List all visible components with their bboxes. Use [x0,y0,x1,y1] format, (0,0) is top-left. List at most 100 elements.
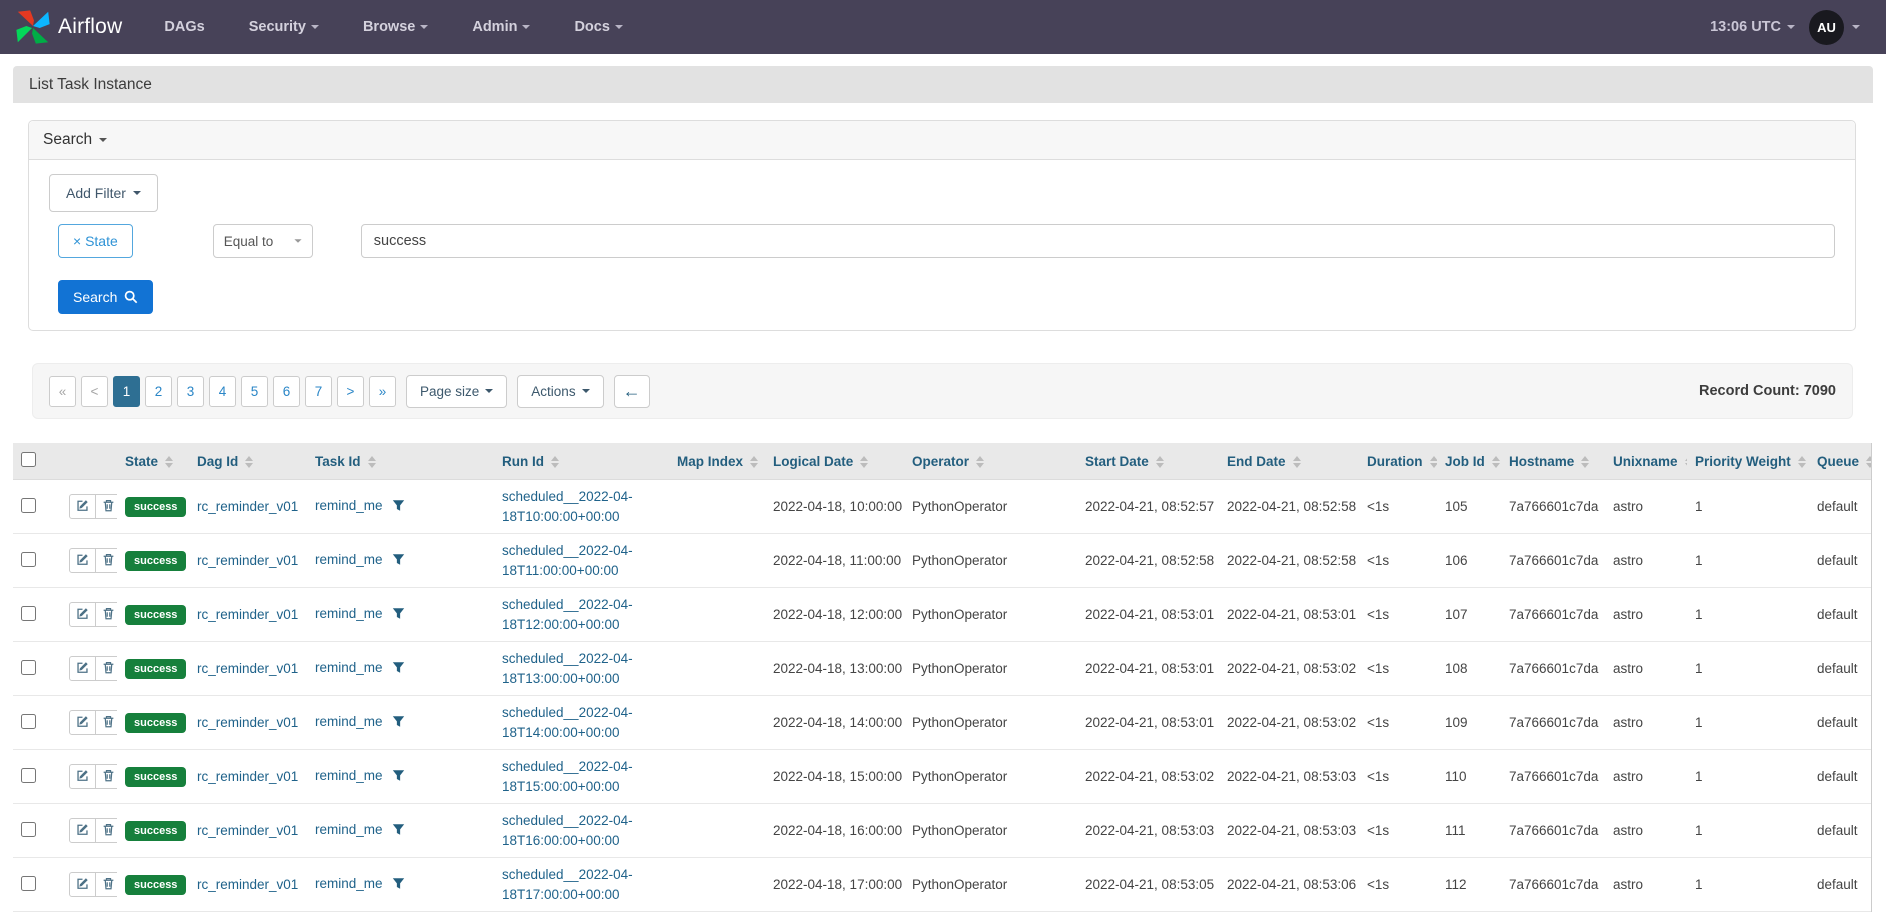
row-checkbox[interactable] [21,822,36,837]
sort-icon[interactable] [368,456,376,468]
run-id-link[interactable]: scheduled__2022-04-18T15:00:00+00:00 [502,757,654,796]
sort-icon[interactable] [245,456,253,468]
run-id-link[interactable]: scheduled__2022-04-18T17:00:00+00:00 [502,865,654,904]
page-6[interactable]: 6 [273,376,300,407]
condition-select[interactable]: Equal to [213,224,313,258]
filter-funnel-icon[interactable] [392,769,405,785]
edit-record-button[interactable] [69,548,96,573]
page-first[interactable]: « [49,376,76,407]
sort-icon[interactable] [976,456,984,468]
page-size-button[interactable]: Page size [406,375,507,408]
edit-record-button[interactable] [69,710,96,735]
edit-record-button[interactable] [69,602,96,627]
sort-icon[interactable] [1685,456,1687,468]
sort-icon[interactable] [1492,456,1500,468]
nav-item-docs[interactable]: Docs [574,19,622,35]
delete-record-button[interactable] [95,656,117,681]
page-next[interactable]: > [337,376,364,407]
page-7[interactable]: 7 [305,376,332,407]
page-5[interactable]: 5 [241,376,268,407]
delete-record-button[interactable] [95,548,117,573]
dag-id-link[interactable]: rc_reminder_v01 [197,499,298,514]
back-arrow-button[interactable]: ← [614,375,650,408]
col-header-dag-id[interactable]: Dag Id [189,443,307,480]
col-header-duration[interactable]: Duration [1359,443,1437,480]
task-id-link[interactable]: remind_me [315,552,383,567]
delete-record-button[interactable] [95,710,117,735]
edit-record-button[interactable] [69,656,96,681]
task-id-link[interactable]: remind_me [315,822,383,837]
dag-id-link[interactable]: rc_reminder_v01 [197,823,298,838]
actions-button[interactable]: Actions [517,375,603,408]
nav-item-admin[interactable]: Admin [472,19,530,35]
nav-item-dags[interactable]: DAGs [164,19,204,35]
add-filter-button[interactable]: Add Filter [49,174,158,212]
task-id-link[interactable]: remind_me [315,768,383,783]
col-header-operator[interactable]: Operator [904,443,1077,480]
col-header-start-date[interactable]: Start Date [1077,443,1219,480]
dag-id-link[interactable]: rc_reminder_v01 [197,607,298,622]
page-3[interactable]: 3 [177,376,204,407]
sort-icon[interactable] [551,456,559,468]
col-header-queue[interactable]: Queue [1809,443,1872,480]
edit-record-button[interactable] [69,818,96,843]
dag-id-link[interactable]: rc_reminder_v01 [197,553,298,568]
col-header-state[interactable]: State [117,443,189,480]
filter-funnel-icon[interactable] [392,607,405,623]
row-checkbox[interactable] [21,660,36,675]
col-header-unixname[interactable]: Unixname [1605,443,1687,480]
task-id-link[interactable]: remind_me [315,606,383,621]
page-4[interactable]: 4 [209,376,236,407]
row-checkbox[interactable] [21,768,36,783]
sort-icon[interactable] [1866,456,1872,468]
page-last[interactable]: » [369,376,396,407]
edit-record-button[interactable] [69,494,96,519]
edit-record-button[interactable] [69,764,96,789]
filter-value-input[interactable] [361,224,1835,258]
select-all-checkbox[interactable] [21,452,36,467]
col-header-priority-weight[interactable]: Priority Weight [1687,443,1809,480]
task-id-link[interactable]: remind_me [315,876,383,891]
row-checkbox[interactable] [21,552,36,567]
sort-icon[interactable] [165,456,173,468]
sort-icon[interactable] [1798,456,1806,468]
clock-dropdown[interactable]: 13:06 UTC [1710,19,1795,35]
edit-record-button[interactable] [69,872,96,897]
task-id-link[interactable]: remind_me [315,660,383,675]
run-id-link[interactable]: scheduled__2022-04-18T16:00:00+00:00 [502,811,654,850]
run-id-link[interactable]: scheduled__2022-04-18T11:00:00+00:00 [502,541,654,580]
row-checkbox[interactable] [21,498,36,513]
run-id-link[interactable]: scheduled__2022-04-18T10:00:00+00:00 [502,487,654,526]
col-header-hostname[interactable]: Hostname [1501,443,1605,480]
dag-id-link[interactable]: rc_reminder_v01 [197,661,298,676]
sort-icon[interactable] [1430,456,1438,468]
filter-funnel-icon[interactable] [392,715,405,731]
run-id-link[interactable]: scheduled__2022-04-18T12:00:00+00:00 [502,595,654,634]
dag-id-link[interactable]: rc_reminder_v01 [197,715,298,730]
run-id-link[interactable]: scheduled__2022-04-18T13:00:00+00:00 [502,649,654,688]
run-id-link[interactable]: scheduled__2022-04-18T14:00:00+00:00 [502,703,654,742]
airflow-brand[interactable]: Airflow [14,8,122,46]
task-id-link[interactable]: remind_me [315,498,383,513]
sort-icon[interactable] [1581,456,1589,468]
filter-funnel-icon[interactable] [392,823,405,839]
row-checkbox[interactable] [21,606,36,621]
sort-icon[interactable] [860,456,868,468]
user-menu[interactable]: AU [1809,10,1860,45]
col-header-map-index[interactable]: Map Index [669,443,765,480]
row-checkbox[interactable] [21,714,36,729]
delete-record-button[interactable] [95,818,117,843]
page-prev[interactable]: < [81,376,108,407]
search-panel-toggle[interactable]: Search [29,121,1855,160]
col-header-task-id[interactable]: Task Id [307,443,494,480]
nav-item-security[interactable]: Security [249,19,319,35]
filter-funnel-icon[interactable] [392,499,405,515]
dag-id-link[interactable]: rc_reminder_v01 [197,877,298,892]
sort-icon[interactable] [1293,456,1301,468]
filter-funnel-icon[interactable] [392,661,405,677]
delete-record-button[interactable] [95,602,117,627]
col-header-end-date[interactable]: End Date [1219,443,1359,480]
row-checkbox[interactable] [21,876,36,891]
delete-record-button[interactable] [95,764,117,789]
filter-funnel-icon[interactable] [392,877,405,893]
